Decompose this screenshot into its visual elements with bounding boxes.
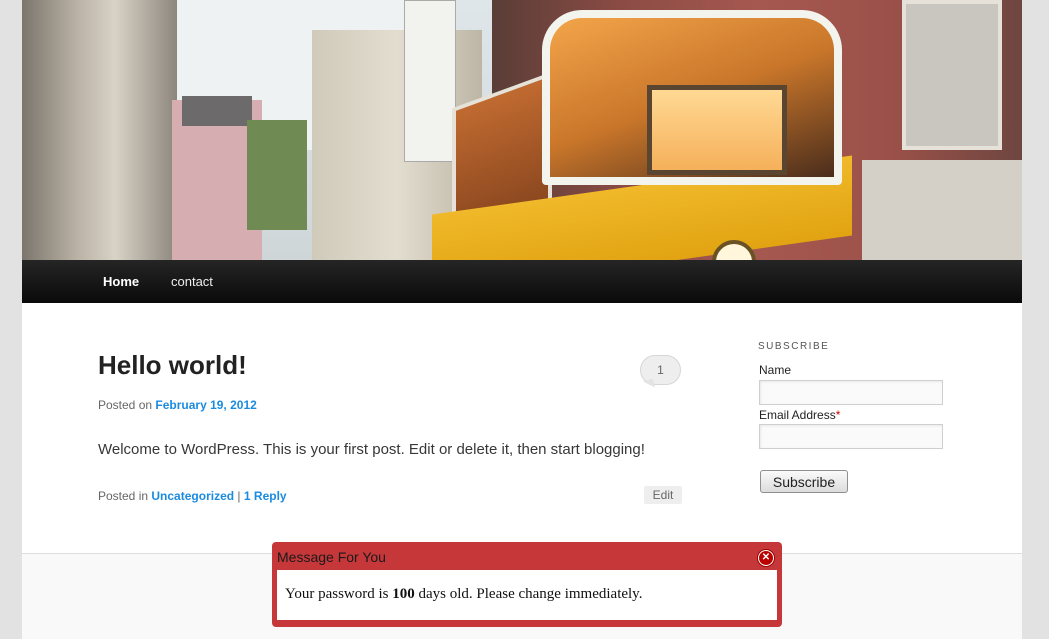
message-modal: Message For You ✕ Your password is 100 d… — [272, 542, 782, 627]
header-window — [902, 0, 1002, 150]
email-label-row: Email Address* — [759, 408, 840, 422]
widget-title: SUBSCRIBE — [758, 341, 830, 352]
header-pink-roof — [182, 96, 252, 126]
nav-contact[interactable]: contact — [171, 260, 213, 303]
subscribe-button[interactable]: Subscribe — [760, 470, 848, 493]
post-title[interactable]: Hello world! — [98, 350, 247, 381]
email-label: Email Address — [759, 408, 836, 422]
header-trees — [247, 120, 307, 230]
nav-home[interactable]: Home — [103, 260, 139, 303]
post-meta: Posted on February 19, 2012 — [98, 398, 257, 412]
modal-title: Message For You — [277, 549, 386, 565]
modal-body: Your password is 100 days old. Please ch… — [277, 570, 777, 620]
required-mark: * — [835, 408, 841, 422]
post-content: Welcome to WordPress. This is your first… — [98, 441, 645, 458]
meta-separator: | — [237, 489, 241, 503]
header-hotel-sign — [404, 0, 456, 162]
post-date-link[interactable]: February 19, 2012 — [155, 398, 256, 412]
header-image[interactable] — [22, 0, 1022, 260]
password-age-days: 100 — [392, 586, 415, 602]
header-stone — [862, 160, 1022, 260]
message-after: days old. Please change immediately. — [418, 586, 643, 602]
message-before: Your password is — [285, 586, 389, 602]
posted-in-label: Posted in — [98, 489, 149, 503]
tram-inner-window — [647, 85, 787, 175]
reply-link[interactable]: 1 Reply — [244, 489, 287, 503]
posted-on-label: Posted on — [98, 398, 153, 412]
post-footer-meta: Posted in Uncategorized | 1 Reply — [98, 489, 287, 503]
header-left-wall — [22, 0, 177, 260]
name-field[interactable] — [759, 380, 943, 405]
comment-bubble-tail — [643, 378, 655, 391]
main-nav: Home contact — [22, 260, 1022, 303]
close-icon[interactable]: ✕ — [758, 550, 774, 566]
email-field[interactable] — [759, 424, 943, 449]
edit-post-button[interactable]: Edit — [644, 486, 682, 504]
name-label: Name — [759, 363, 792, 377]
category-link[interactable]: Uncategorized — [151, 489, 234, 503]
